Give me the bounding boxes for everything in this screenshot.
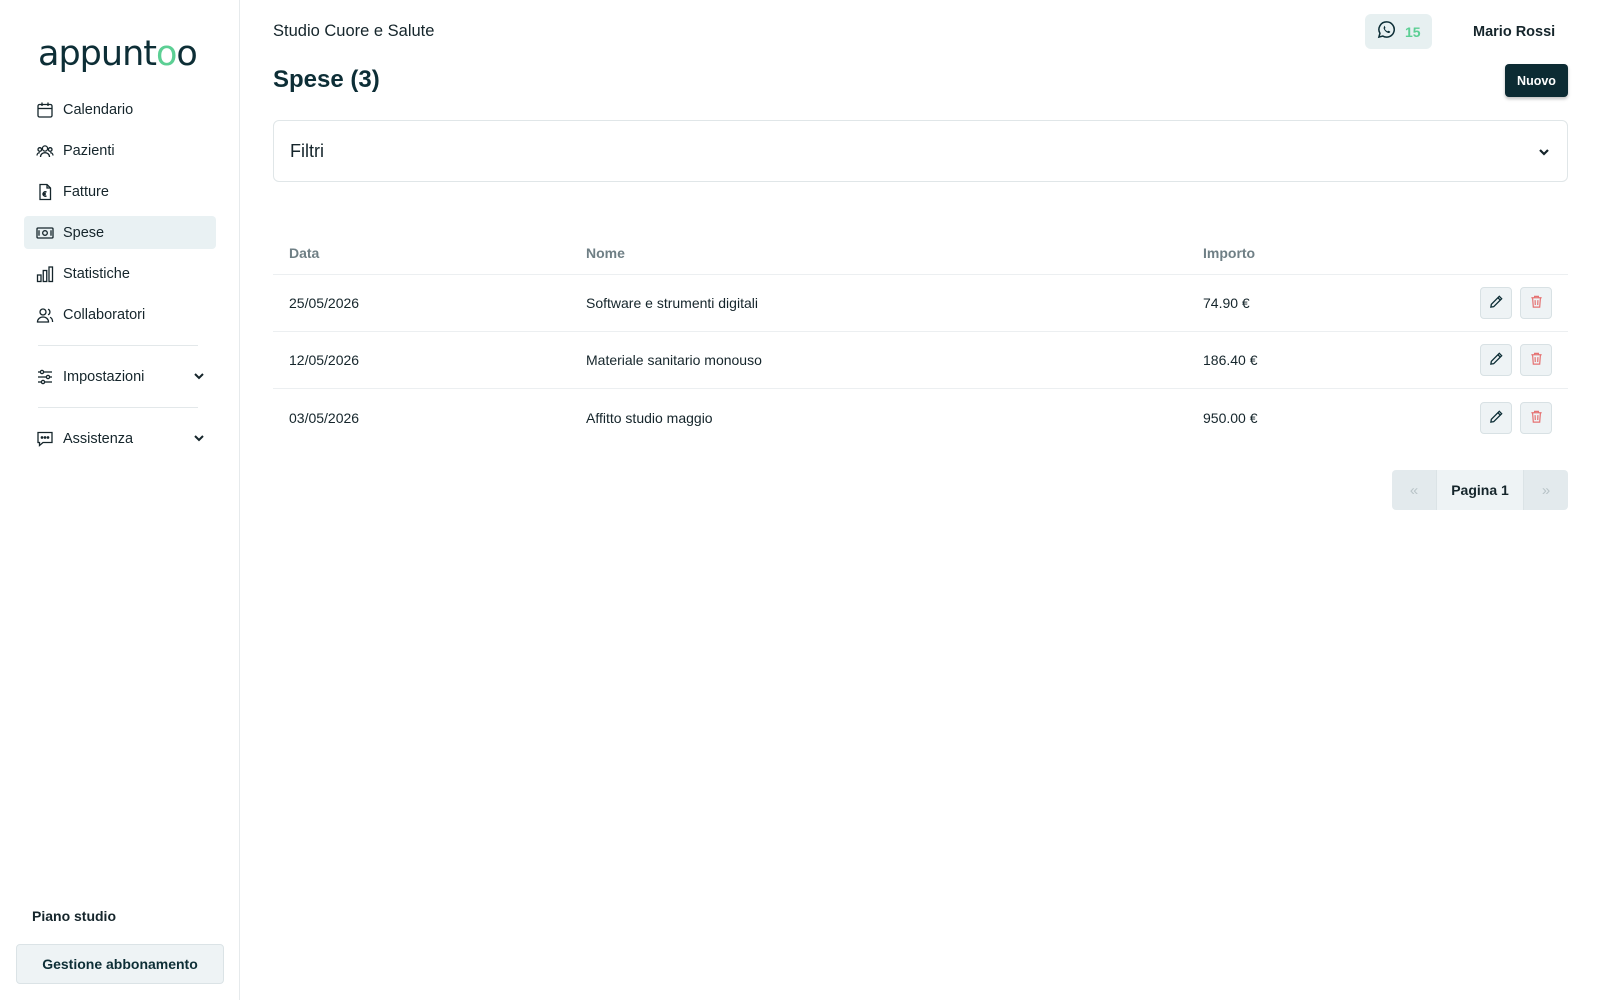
chevron-down-icon bbox=[1537, 145, 1551, 159]
pagination-current-page[interactable]: Pagina 1 bbox=[1436, 470, 1524, 510]
trash-icon bbox=[1529, 409, 1544, 427]
edit-button[interactable] bbox=[1480, 287, 1512, 319]
row-actions bbox=[1433, 287, 1568, 319]
sidebar-item-label: Collaboratori bbox=[63, 306, 146, 323]
column-header-nome[interactable]: Nome bbox=[586, 245, 1203, 261]
sidebar-nav: Calendario Pazienti Fatture Spese Statis… bbox=[24, 93, 216, 463]
sidebar-item-statistiche[interactable]: Statistiche bbox=[24, 257, 216, 290]
pagination-next-button[interactable]: » bbox=[1524, 470, 1568, 510]
sidebar: appuntoo Calendario Pazienti Fatture Spe… bbox=[0, 0, 240, 1000]
trash-icon bbox=[1529, 351, 1544, 369]
row-actions bbox=[1433, 401, 1568, 434]
sidebar-item-assistenza[interactable]: Assistenza bbox=[24, 422, 216, 455]
column-header-importo[interactable]: Importo bbox=[1203, 245, 1433, 261]
whatsapp-icon bbox=[1377, 20, 1396, 44]
chevron-down-icon bbox=[192, 431, 206, 445]
sidebar-item-collaboratori[interactable]: Collaboratori bbox=[24, 298, 216, 331]
delete-button[interactable] bbox=[1520, 401, 1552, 434]
sidebar-item-label: Assistenza bbox=[63, 430, 134, 447]
whatsapp-badge[interactable]: 15 bbox=[1365, 14, 1432, 49]
pencil-icon bbox=[1489, 351, 1504, 369]
edit-button[interactable] bbox=[1480, 344, 1512, 376]
sidebar-item-label: Pazienti bbox=[63, 142, 115, 159]
calendar-icon bbox=[36, 101, 54, 119]
pencil-icon bbox=[1489, 409, 1504, 427]
studio-name: Studio Cuore e Salute bbox=[273, 22, 435, 40]
column-header-data[interactable]: Data bbox=[273, 245, 586, 261]
cell-data: 03/05/2026 bbox=[289, 409, 360, 426]
table-row: 12/05/2026 Materiale sanitario monouso 1… bbox=[273, 332, 1568, 389]
pagination: « Pagina 1 » bbox=[1392, 470, 1568, 510]
sidebar-item-pazienti[interactable]: Pazienti bbox=[24, 134, 216, 167]
delete-button[interactable] bbox=[1520, 287, 1552, 319]
sidebar-item-fatture[interactable]: Fatture bbox=[24, 175, 216, 208]
cell-nome: Affitto studio maggio bbox=[586, 409, 713, 426]
sidebar-divider bbox=[38, 345, 198, 346]
cell-nome: Software e strumenti digitali bbox=[586, 295, 758, 311]
chevron-down-icon bbox=[192, 369, 206, 383]
sidebar-item-label: Calendario bbox=[63, 101, 134, 118]
table-row: 03/05/2026 Affitto studio maggio 950.00 … bbox=[273, 389, 1568, 446]
collaborators-icon bbox=[36, 306, 54, 324]
table-header: Data Nome Importo bbox=[273, 232, 1568, 275]
cell-nome: Materiale sanitario monouso bbox=[586, 352, 762, 368]
delete-button[interactable] bbox=[1520, 344, 1552, 376]
sidebar-item-calendario[interactable]: Calendario bbox=[24, 93, 216, 126]
cell-importo: 74.90 € bbox=[1203, 295, 1250, 311]
cell-data: 25/05/2026 bbox=[289, 295, 360, 311]
filters-label: Filtri bbox=[290, 140, 324, 161]
sidebar-divider bbox=[38, 407, 198, 408]
whatsapp-count: 15 bbox=[1405, 23, 1421, 40]
user-menu[interactable]: Mario Rossi bbox=[1473, 24, 1555, 40]
users-icon bbox=[36, 142, 54, 160]
plan-label: Piano studio bbox=[32, 908, 116, 924]
pagination-prev-button[interactable]: « bbox=[1392, 470, 1436, 510]
edit-button[interactable] bbox=[1480, 401, 1512, 434]
pencil-icon bbox=[1489, 294, 1504, 312]
expenses-table: Data Nome Importo 25/05/2026 Software e … bbox=[273, 232, 1568, 446]
sliders-icon bbox=[36, 368, 54, 386]
page-title: Spese (3) bbox=[273, 66, 380, 93]
cell-importo: 950.00 € bbox=[1203, 409, 1258, 426]
sidebar-item-label: Statistiche bbox=[63, 265, 130, 282]
bar-chart-icon bbox=[36, 265, 54, 283]
manage-subscription-button[interactable]: Gestione abbonamento bbox=[16, 944, 224, 984]
sidebar-item-spese[interactable]: Spese bbox=[24, 216, 216, 249]
sidebar-item-label: Fatture bbox=[63, 183, 109, 200]
cell-importo: 186.40 € bbox=[1203, 352, 1258, 368]
logo[interactable]: appuntoo bbox=[38, 34, 198, 74]
chat-icon bbox=[36, 430, 54, 448]
invoice-icon bbox=[36, 183, 54, 201]
row-actions bbox=[1433, 344, 1568, 376]
sidebar-item-label: Impostazioni bbox=[63, 368, 145, 385]
trash-icon bbox=[1529, 294, 1544, 312]
sidebar-item-impostazioni[interactable]: Impostazioni bbox=[24, 360, 216, 393]
table-row: 25/05/2026 Software e strumenti digitali… bbox=[273, 275, 1568, 332]
cell-data: 12/05/2026 bbox=[289, 352, 360, 368]
sidebar-item-label: Spese bbox=[63, 224, 105, 241]
filters-accordion[interactable]: Filtri bbox=[273, 120, 1568, 182]
new-expense-button[interactable]: Nuovo bbox=[1505, 64, 1568, 97]
money-icon bbox=[36, 224, 54, 242]
